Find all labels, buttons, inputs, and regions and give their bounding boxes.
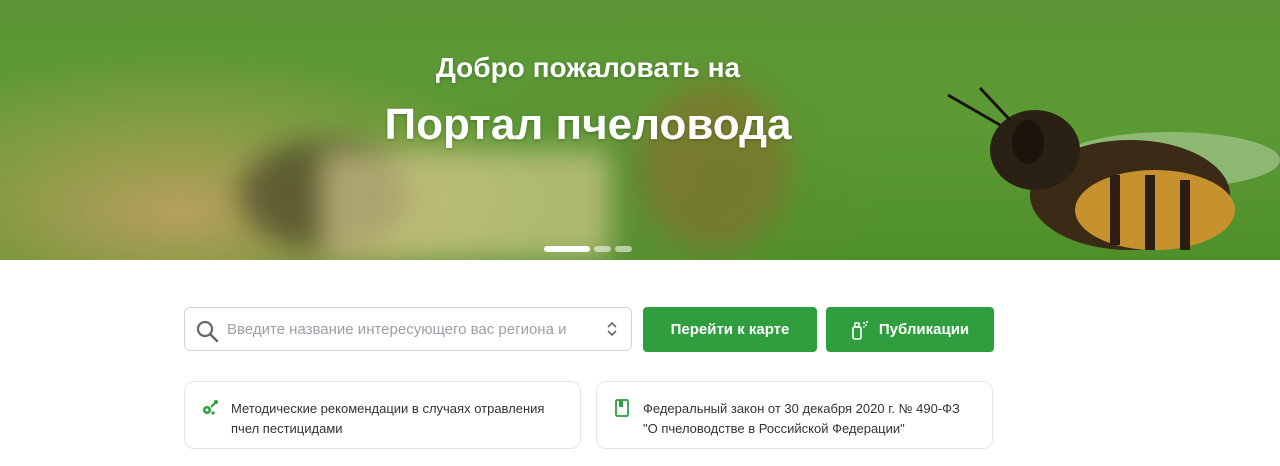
publications-label: Публикации	[878, 321, 970, 338]
carousel-dot-3[interactable]	[615, 246, 632, 252]
search-icon	[196, 320, 219, 343]
hero-banner: Добро пожаловать на Портал пчеловода	[0, 0, 1280, 260]
card-text: Методические рекомендации в случаях отра…	[231, 401, 545, 436]
carousel-dots	[544, 246, 632, 252]
publications-button[interactable]: Публикации	[826, 307, 994, 352]
chevron-up-down-icon[interactable]	[607, 321, 617, 337]
hero-honeycomb	[320, 150, 610, 260]
go-to-map-button[interactable]: Перейти к карте	[643, 307, 817, 352]
spray-icon	[852, 320, 868, 340]
hero-title: Портал пчеловода	[384, 100, 792, 149]
carousel-dot-2[interactable]	[594, 246, 611, 252]
pesticide-icon	[203, 400, 218, 415]
region-search-input[interactable]	[227, 308, 587, 350]
document-icon	[615, 399, 629, 417]
carousel-dot-1[interactable]	[544, 246, 590, 252]
card-pesticide-recommendations[interactable]: Методические рекомендации в случаях отра…	[184, 381, 581, 449]
card-text: Федеральный закон от 30 декабря 2020 г. …	[643, 401, 960, 436]
card-federal-law[interactable]: Федеральный закон от 30 декабря 2020 г. …	[596, 381, 993, 449]
hero-subtitle: Добро пожаловать на	[435, 52, 741, 83]
region-search-field[interactable]	[184, 307, 632, 351]
